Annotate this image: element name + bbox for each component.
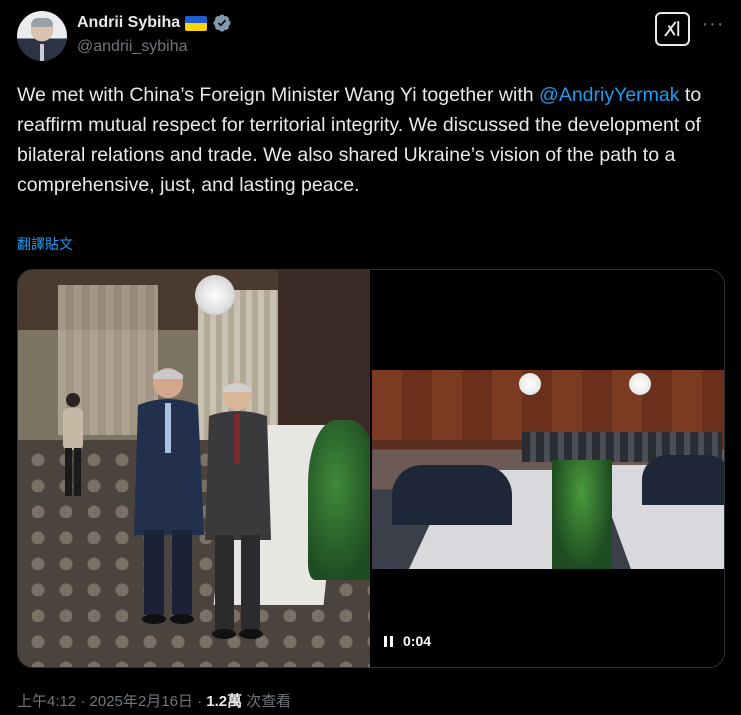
tweet-text-before: We met with China’s Foreign Minister Wan… [17,84,540,106]
mention-link[interactable]: @AndriyYermak [539,84,679,106]
media-container: 0:04 [17,269,725,668]
video-player[interactable] [372,270,724,667]
translate-link[interactable]: 翻譯貼文 [17,234,73,254]
verified-badge-icon [213,14,231,32]
video-frame [372,370,724,569]
tweet-meta: 上午4:12 · 2025年2月16日 · 1.2萬 次查看 [17,690,291,711]
video-controls[interactable]: 0:04 [384,629,431,653]
avatar[interactable] [17,11,67,61]
views-label: 次查看 [242,693,292,710]
ukraine-flag-icon [185,15,208,31]
video-time: 0:04 [403,633,432,649]
view-count: 1.2萬 [206,693,243,710]
tweet-timestamp[interactable]: 上午4:12 · 2025年2月16日 · [17,693,206,710]
more-icon[interactable]: ··· [700,14,726,38]
author-name[interactable]: Andrii Sybiha [77,14,180,32]
tweet-text: We met with China’s Foreign Minister Wan… [17,80,727,200]
grok-icon[interactable] [655,12,690,46]
meeting-photo[interactable] [18,270,370,667]
pause-icon[interactable] [384,635,393,647]
author-handle[interactable]: @andrii_sybiha [77,38,188,56]
author-name-row[interactable]: Andrii Sybiha [77,13,232,33]
